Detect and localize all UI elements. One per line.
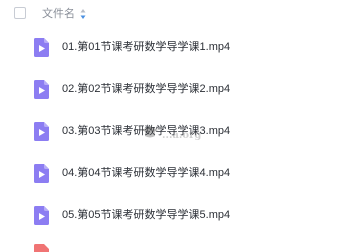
file-row-partial[interactable] (0, 240, 340, 252)
video-file-icon (34, 80, 49, 99)
select-all-checkbox[interactable] (14, 7, 26, 19)
video-file-icon (34, 164, 49, 183)
list-header: 文件名 (0, 0, 340, 28)
file-row[interactable]: 05.第05节课考研数学导学课5.mp4 (0, 196, 340, 236)
sort-arrows-icon[interactable] (80, 8, 86, 20)
column-header-filename[interactable]: 文件名 (42, 7, 75, 21)
file-row[interactable]: 02.第02节课考研数学导学课2.mp4 (0, 70, 340, 110)
document-file-icon (34, 244, 49, 252)
file-list-panel: 文件名 01.第01节课考研数学导学课1.mp4 02.第02节课考研数学导学课… (0, 0, 340, 252)
file-row[interactable]: 03.第03节课考研数学导学课3.mp4 (0, 112, 340, 152)
file-name[interactable]: 01.第01节课考研数学导学课1.mp4 (62, 40, 230, 54)
video-file-icon (34, 122, 49, 141)
file-row[interactable]: 01.第01节课考研数学导学课1.mp4 (0, 28, 340, 68)
file-name[interactable]: 05.第05节课考研数学导学课5.mp4 (62, 208, 230, 222)
file-row[interactable]: 04.第04节课考研数学导学课4.mp4 (0, 154, 340, 194)
video-file-icon (34, 206, 49, 225)
file-name[interactable]: 04.第04节课考研数学导学课4.mp4 (62, 166, 230, 180)
video-file-icon (34, 38, 49, 57)
file-name[interactable]: 03.第03节课考研数学导学课3.mp4 (62, 124, 230, 138)
file-name[interactable]: 02.第02节课考研数学导学课2.mp4 (62, 82, 230, 96)
